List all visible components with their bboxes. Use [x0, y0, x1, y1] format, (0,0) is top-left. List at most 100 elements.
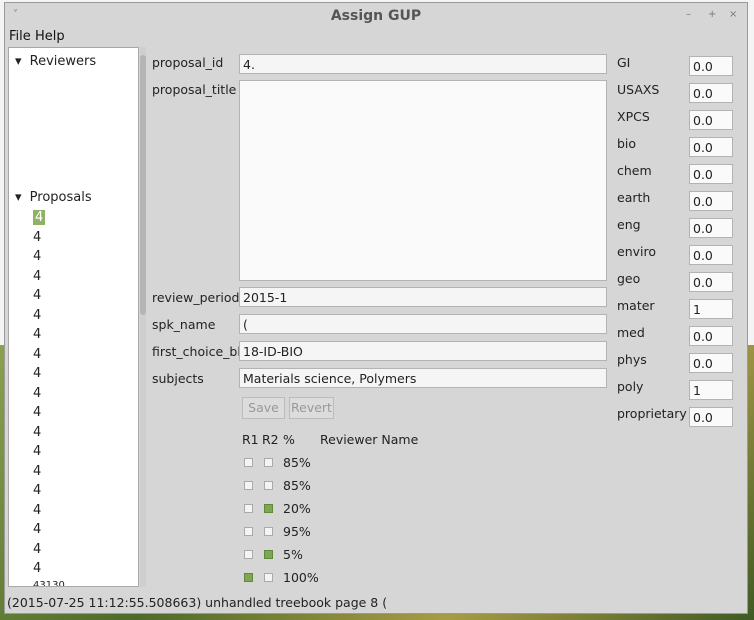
- proposal-item[interactable]: 4: [33, 542, 41, 557]
- revert-button[interactable]: Revert: [289, 397, 334, 419]
- subject-weight-field[interactable]: 0.0: [689, 353, 733, 373]
- proposal-id-label: proposal_id: [152, 55, 224, 70]
- maximize-button[interactable]: +: [708, 9, 716, 20]
- reviewer-name-header: Reviewer Name: [320, 432, 419, 447]
- subject-label: phys: [617, 352, 647, 367]
- r2-checkbox[interactable]: [264, 481, 273, 490]
- proposal-item-partial[interactable]: 43130: [33, 580, 65, 586]
- assign-gup-window: ˅ Assign GUP – + × File Help ▾ Reviewers…: [4, 2, 748, 614]
- subject-label: earth: [617, 190, 651, 205]
- r1-header: R1: [242, 432, 259, 447]
- subject-label: USAXS: [617, 82, 660, 97]
- review-period-label: review_period: [152, 290, 240, 305]
- proposal-item[interactable]: 4: [33, 561, 41, 576]
- first-choice-field[interactable]: 18-ID-BIO: [239, 341, 607, 361]
- subject-label: GI: [617, 55, 631, 70]
- proposal-item[interactable]: 4: [33, 503, 41, 518]
- proposal-item[interactable]: 4: [33, 269, 41, 284]
- subject-weight-field[interactable]: 0.0: [689, 56, 733, 76]
- subject-label: bio: [617, 136, 637, 151]
- proposal-item[interactable]: 4: [33, 308, 41, 323]
- proposal-id-field[interactable]: 4.: [239, 54, 607, 74]
- r2-header: R2: [262, 432, 279, 447]
- proposal-item[interactable]: 4: [33, 347, 41, 362]
- proposal-title-textarea[interactable]: [239, 80, 607, 281]
- tree-group-label: Reviewers: [29, 54, 97, 69]
- proposal-item[interactable]: 4: [33, 230, 41, 245]
- proposal-item[interactable]: 4: [33, 366, 41, 381]
- subjects-field[interactable]: Materials science, Polymers: [239, 368, 607, 388]
- subject-weight-field[interactable]: 0.0: [689, 137, 733, 157]
- r1-checkbox[interactable]: [244, 481, 253, 490]
- tree-group-reviewers[interactable]: ▾ Reviewers: [15, 54, 96, 69]
- subject-weight-field[interactable]: 0.0: [689, 110, 733, 130]
- reviewer-percent: 85%: [283, 478, 311, 493]
- subject-label: proprietary: [617, 406, 687, 421]
- subject-label: chem: [617, 163, 652, 178]
- chevron-down-icon[interactable]: ▾: [15, 190, 22, 205]
- proposal-item[interactable]: 4: [33, 464, 41, 479]
- close-button[interactable]: ×: [729, 9, 737, 20]
- proposal-item[interactable]: 4: [33, 386, 41, 401]
- proposal-item[interactable]: 4: [33, 405, 41, 420]
- proposal-item[interactable]: 4: [33, 483, 41, 498]
- subject-label: eng: [617, 217, 641, 232]
- status-bar: (2015-07-25 11:12:55.508663) unhandled t…: [7, 595, 388, 610]
- proposal-item[interactable]: 4: [33, 210, 46, 225]
- subject-label: poly: [617, 379, 644, 394]
- subject-weight-field[interactable]: 0.0: [689, 164, 733, 184]
- subject-weight-field[interactable]: 0.0: [689, 245, 733, 265]
- save-button[interactable]: Save: [242, 397, 285, 419]
- tree-group-proposals[interactable]: ▾ Proposals: [15, 190, 92, 205]
- r1-checkbox[interactable]: [244, 458, 253, 467]
- reviewer-percent: 100%: [283, 570, 319, 585]
- r1-checkbox[interactable]: [244, 527, 253, 536]
- r2-checkbox[interactable]: [264, 527, 273, 536]
- r1-checkbox[interactable]: [244, 573, 253, 582]
- proposal-item[interactable]: 4: [33, 288, 41, 303]
- reviewer-percent: 85%: [283, 455, 311, 470]
- proposal-item[interactable]: 4: [33, 522, 41, 537]
- reviewer-percent: 20%: [283, 501, 311, 516]
- r2-checkbox[interactable]: [264, 573, 273, 582]
- r2-checkbox[interactable]: [264, 550, 273, 559]
- subject-weight-field[interactable]: 1: [689, 299, 733, 319]
- subject-weight-field[interactable]: 0.0: [689, 272, 733, 292]
- subjects-label: subjects: [152, 371, 204, 386]
- proposal-item[interactable]: 4: [33, 327, 41, 342]
- r1-checkbox[interactable]: [244, 550, 253, 559]
- pct-header: %: [283, 432, 295, 447]
- minimize-button[interactable]: –: [686, 9, 691, 20]
- title-bar: ˅ Assign GUP – + ×: [5, 3, 747, 29]
- menu-help[interactable]: Help: [35, 29, 65, 44]
- menu-file[interactable]: File: [9, 29, 31, 44]
- subject-weight-field[interactable]: 0.0: [689, 218, 733, 238]
- proposal-item[interactable]: 4: [33, 425, 41, 440]
- reviewer-percent: 5%: [283, 547, 303, 562]
- subject-label: geo: [617, 271, 641, 286]
- proposal-item[interactable]: 4: [33, 444, 41, 459]
- r1-checkbox[interactable]: [244, 504, 253, 513]
- subject-weight-field[interactable]: 0.0: [689, 326, 733, 346]
- subject-label: med: [617, 325, 645, 340]
- subject-weight-field[interactable]: 0.0: [689, 191, 733, 211]
- r2-checkbox[interactable]: [264, 458, 273, 467]
- review-period-field[interactable]: 2015-1: [239, 287, 607, 307]
- subject-weight-field[interactable]: 1: [689, 380, 733, 400]
- tree-panel[interactable]: ▾ Reviewers ▾ Proposals 4 4 4 4 4 4 4 4 4 4 4 4 4 4 4 4…: [8, 47, 139, 587]
- reviewer-percent: 95%: [283, 524, 311, 539]
- chevron-down-icon[interactable]: ▾: [15, 54, 22, 69]
- tree-scrollbar[interactable]: [140, 47, 146, 587]
- subject-label: enviro: [617, 244, 656, 259]
- r2-checkbox[interactable]: [264, 504, 273, 513]
- proposal-title-label: proposal_title: [152, 82, 237, 97]
- subject-weight-field[interactable]: 0.0: [689, 407, 733, 427]
- first-choice-label: first_choice_bl: [152, 344, 241, 359]
- spk-name-field[interactable]: (: [239, 314, 607, 334]
- spk-name-label: spk_name: [152, 317, 216, 332]
- subject-label: mater: [617, 298, 655, 313]
- proposal-item[interactable]: 4: [33, 249, 41, 264]
- subject-weight-field[interactable]: 0.0: [689, 83, 733, 103]
- tree-scroll-thumb[interactable]: [140, 55, 146, 315]
- tree-group-label: Proposals: [29, 190, 92, 205]
